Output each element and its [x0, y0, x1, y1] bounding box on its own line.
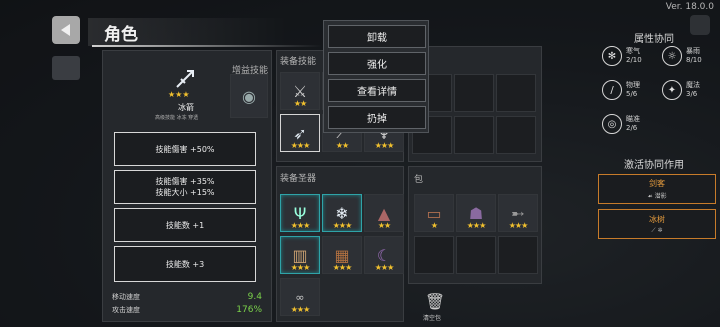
- medal-icon: ◉: [242, 86, 256, 106]
- stat-row-attack-speed: 攻击速度 176%: [112, 305, 262, 315]
- attr-magic[interactable]: ✦ 魔法 3/6: [662, 80, 700, 100]
- clear-bag-label: 清空包: [423, 315, 442, 322]
- synergy-members: ⟋ ✲: [651, 226, 663, 234]
- slot-stars: ★: [430, 221, 438, 230]
- relic-slot-5[interactable]: ▦ ★★★: [322, 236, 362, 274]
- relic-slot-2[interactable]: ❄ ★★★: [322, 194, 362, 232]
- skill-upgrade-button-3[interactable]: 技能数 +1: [114, 208, 256, 242]
- synergy-members: ☙ 潜影: [647, 193, 667, 200]
- slot-stars: ★★: [377, 221, 391, 230]
- attribute-synergy-title: 属性协同: [634, 34, 674, 45]
- slot-stars: ★★★: [508, 221, 529, 230]
- bag-label: 包: [414, 175, 424, 185]
- slot-stars: ★★★: [374, 263, 395, 272]
- equip-skill-slot-ice-arrow[interactable]: ➶ ★★★: [280, 114, 320, 152]
- relic-slot-6[interactable]: ☾ ★★★: [364, 236, 404, 274]
- character-tags: 高级技能 冰冻 穿透: [155, 115, 199, 121]
- character-stars: ★★★: [168, 90, 190, 99]
- extra-slot[interactable]: [496, 116, 536, 154]
- ice-arrow-portrait: [160, 66, 210, 92]
- pause-button[interactable]: [690, 15, 710, 35]
- stat-row-move-speed: 移动速度 9.4: [112, 292, 262, 302]
- relic-slot-3[interactable]: ▲ ★★: [364, 194, 404, 232]
- buff-skill-slot[interactable]: ◉: [230, 74, 268, 118]
- unequip-button[interactable]: 卸载: [328, 25, 426, 48]
- bag-slot-4[interactable]: [414, 236, 454, 274]
- item-context-menu: 卸载 强化 查看详情 扔掉: [323, 20, 429, 133]
- equip-relics-label: 装备圣器: [280, 174, 317, 184]
- bag-slot-6[interactable]: [498, 236, 538, 274]
- magic-icon: ✦: [662, 80, 682, 100]
- menu-button[interactable]: [52, 56, 80, 80]
- discard-button[interactable]: 扔掉: [328, 106, 426, 129]
- slot-stars: ★★★: [290, 141, 311, 150]
- synergy-ice-tree[interactable]: 冰树 ⟋ ✲: [598, 209, 716, 239]
- equip-skill-slot-1[interactable]: ⚔ ★★: [280, 72, 320, 110]
- attr-cold[interactable]: ✻ 寒气 2/10: [602, 46, 642, 66]
- skill-upgrade-button-1[interactable]: 技能傷害 +50%: [114, 132, 256, 166]
- slot-stars: ★★★: [290, 263, 311, 272]
- bag-slot-5[interactable]: [456, 236, 496, 274]
- extra-slot[interactable]: [454, 74, 494, 112]
- skill-upgrade-text: 技能大小 +15%: [155, 188, 215, 197]
- slot-stars: ★★: [293, 99, 307, 108]
- slot-stars: ★★★: [290, 305, 311, 314]
- bag-slot-2[interactable]: ☗ ★★★: [456, 194, 496, 232]
- attr-physical[interactable]: / 物理 5/6: [602, 80, 640, 100]
- sword-icon: /: [602, 80, 622, 100]
- ice-arrow-icon: [176, 70, 194, 88]
- crosshair-icon: ◎: [602, 114, 622, 134]
- slot-stars: ★★: [335, 141, 349, 150]
- synergy-swordsman[interactable]: 剑客 ☙ 潜影: [598, 174, 716, 204]
- attr-storm[interactable]: ☼ 暴雨 8/10: [662, 46, 702, 66]
- back-arrow-icon: [61, 24, 70, 36]
- skill-upgrade-text: 技能傷害 +50%: [155, 144, 215, 154]
- slot-stars: ★★★: [374, 141, 395, 150]
- synergy-name: 剑客: [649, 179, 665, 188]
- active-synergy-title: 激活协同作用: [624, 160, 684, 171]
- slot-stars: ★★★: [332, 221, 353, 230]
- relic-slot-4[interactable]: ▥ ★★★: [280, 236, 320, 274]
- page-title: 角色: [104, 25, 138, 45]
- slot-stars: ★★★: [466, 221, 487, 230]
- skill-upgrade-button-4[interactable]: 技能数 +3: [114, 246, 256, 282]
- back-button[interactable]: [52, 16, 80, 44]
- character-name: 冰箭: [178, 103, 194, 112]
- bag-slot-3[interactable]: ➸ ★★★: [498, 194, 538, 232]
- view-details-button[interactable]: 查看详情: [328, 79, 426, 102]
- snowflake-icon: ✻: [602, 46, 622, 66]
- synergy-name: 冰树: [649, 214, 665, 224]
- title-underline: [92, 45, 322, 47]
- skill-upgrade-text: 技能数 +3: [165, 259, 205, 269]
- skill-upgrade-text: 技能傷害 +35%: [155, 177, 215, 186]
- slot-stars: ★★★: [332, 263, 353, 272]
- bag-slot-1[interactable]: ▭ ★: [414, 194, 454, 232]
- relic-slot-1[interactable]: Ψ ★★★: [280, 194, 320, 232]
- enhance-button[interactable]: 强化: [328, 52, 426, 75]
- trash-icon[interactable]: 🗑: [424, 290, 446, 312]
- skill-upgrade-button-2[interactable]: 技能傷害 +35% 技能大小 +15%: [114, 170, 256, 204]
- slot-stars: ★★★: [290, 221, 311, 230]
- extra-slot[interactable]: [496, 74, 536, 112]
- extra-slot[interactable]: [454, 116, 494, 154]
- storm-icon: ☼: [662, 46, 682, 66]
- equip-skills-label: 装备技能: [280, 57, 317, 67]
- relic-slot-7[interactable]: ∞ ★★★: [280, 278, 320, 316]
- attr-aim[interactable]: ◎ 瞄准 2/6: [602, 114, 640, 134]
- version-label: Ver. 18.0.0: [665, 2, 714, 12]
- skill-upgrade-text: 技能数 +1: [165, 220, 205, 230]
